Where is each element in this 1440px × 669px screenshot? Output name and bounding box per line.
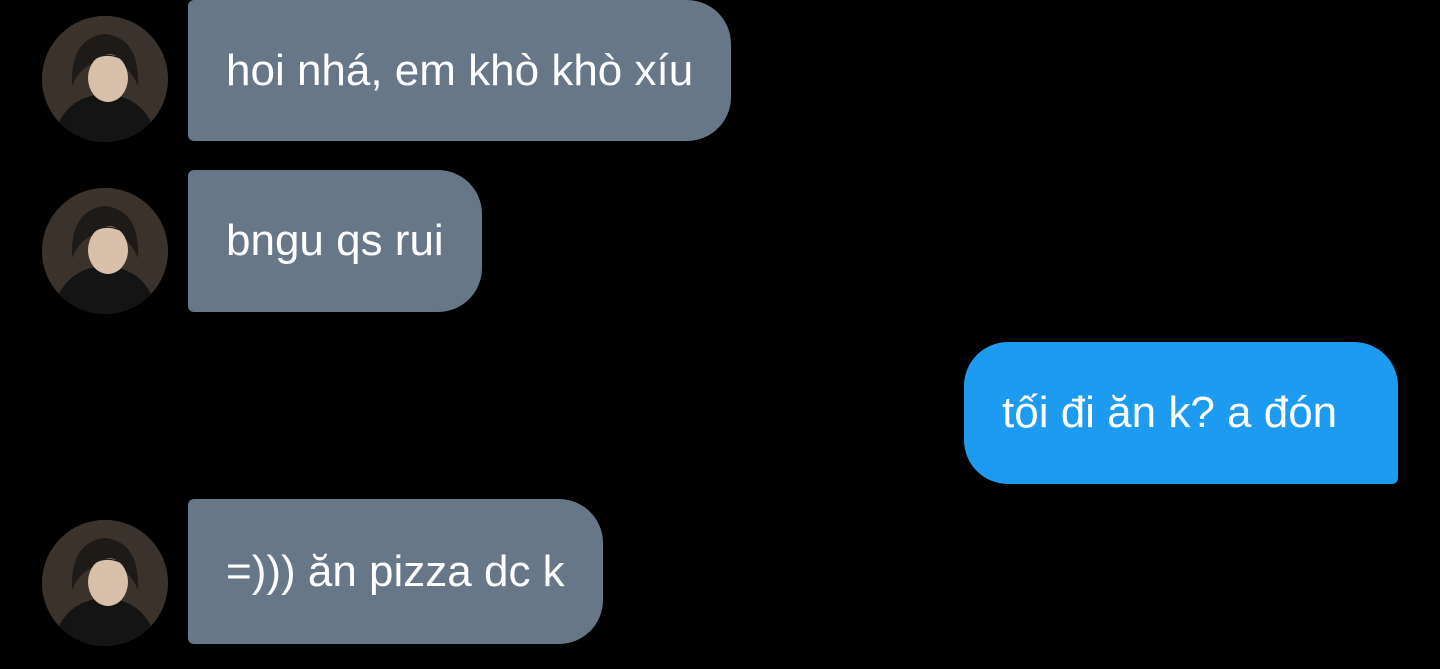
chat-thread: hoi nhá, em khò khò xíu bngu qs rui tối … [0,0,1440,669]
message-bubble-incoming[interactable]: bngu qs rui [188,170,482,312]
avatar-photo [42,520,168,646]
message-text: tối đi ăn k? a đón [1002,388,1338,437]
message-text: hoi nhá, em khò khò xíu [226,45,694,95]
contact-avatar[interactable] [42,520,168,646]
message-text: bngu qs rui [226,216,444,265]
contact-avatar[interactable] [42,16,168,142]
message-text: =))) ăn pizza dc k [226,546,565,596]
avatar-photo [42,16,168,142]
avatar-photo [42,188,168,314]
message-bubble-incoming[interactable]: =))) ăn pizza dc k [188,499,603,644]
contact-avatar[interactable] [42,188,168,314]
message-bubble-outgoing[interactable]: tối đi ăn k? a đón [964,342,1398,484]
message-bubble-incoming[interactable]: hoi nhá, em khò khò xíu [188,0,732,141]
